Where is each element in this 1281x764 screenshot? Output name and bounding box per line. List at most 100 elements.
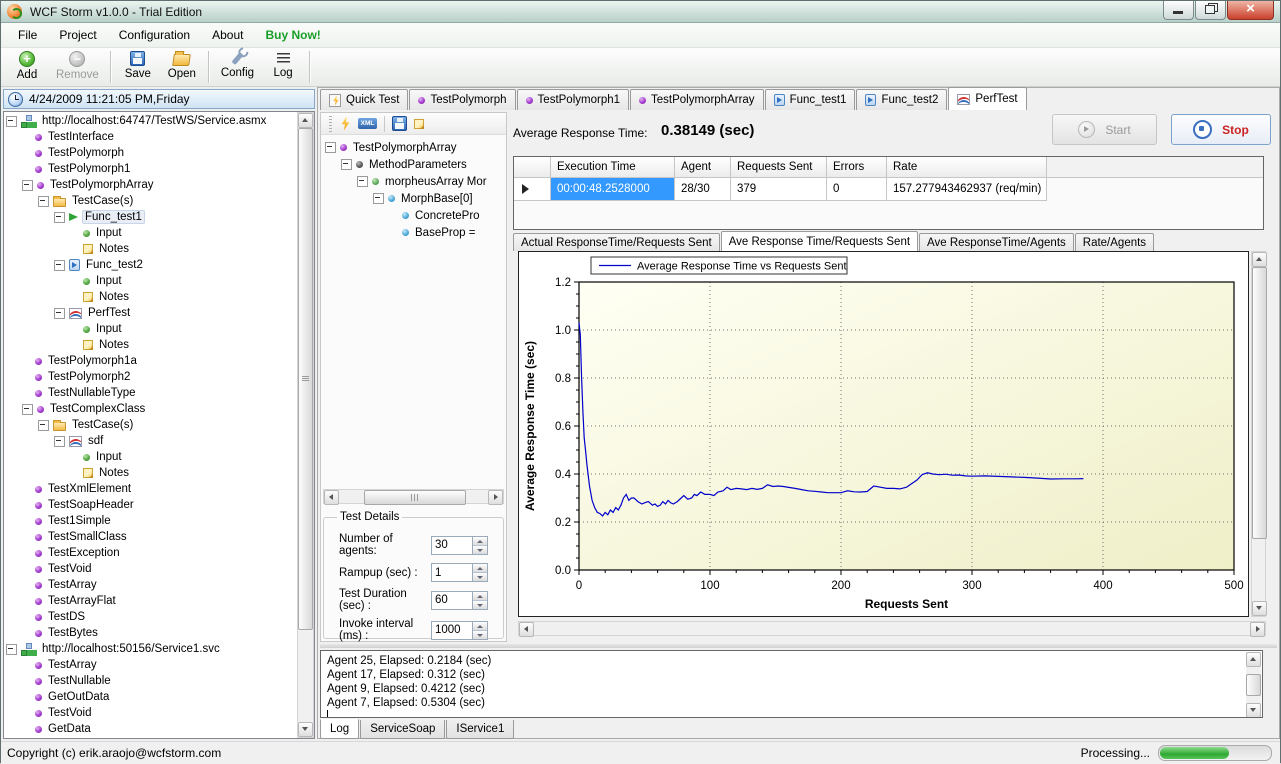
tab-perftest[interactable]: PerfTest xyxy=(948,87,1026,110)
grid-column-header[interactable]: Agent xyxy=(675,157,731,178)
tree-item[interactable]: morpheusArray Mor xyxy=(323,173,504,190)
log-tab-iservice1[interactable]: IService1 xyxy=(446,720,514,739)
stop-button[interactable]: Stop xyxy=(1171,114,1271,145)
tree-item[interactable]: BaseProp = xyxy=(323,224,504,241)
invoke-interval-ms--input[interactable] xyxy=(431,621,472,640)
scroll-left-arrow-icon[interactable] xyxy=(324,490,339,505)
spin-up-icon[interactable] xyxy=(473,564,487,573)
tree-item[interactable]: Notes xyxy=(4,289,298,305)
results-grid[interactable]: Execution TimeAgentRequests SentErrorsRa… xyxy=(513,156,1264,230)
tree-expander-icon[interactable] xyxy=(373,193,384,204)
spin-down-icon[interactable] xyxy=(473,601,487,609)
grid-cell[interactable]: 28/30 xyxy=(675,178,731,201)
tree-item[interactable]: TestPolymorph2 xyxy=(4,369,298,385)
scroll-right-arrow-icon[interactable] xyxy=(1250,622,1265,637)
tree-item[interactable]: Func_test2 xyxy=(4,257,298,273)
scroll-up-arrow-icon[interactable] xyxy=(1246,652,1261,667)
tree-item[interactable]: GetOutData xyxy=(4,689,298,705)
spin-up-icon[interactable] xyxy=(473,537,487,546)
open-button[interactable]: Open xyxy=(160,48,204,86)
scroll-thumb[interactable] xyxy=(1252,267,1267,539)
save-testcase-icon[interactable] xyxy=(392,116,407,131)
tree-expander-icon[interactable] xyxy=(22,180,33,191)
spin-down-icon[interactable] xyxy=(473,573,487,581)
scroll-down-arrow-icon[interactable] xyxy=(1246,703,1261,718)
minimize-button[interactable] xyxy=(1163,1,1194,20)
grid-cell[interactable]: 00:00:48.2528000 xyxy=(551,178,675,201)
chart-tab[interactable]: Actual ResponseTime/Requests Sent xyxy=(513,233,720,251)
tree-item[interactable]: TestVoid xyxy=(4,705,298,721)
tab-quick-test[interactable]: Quick Test xyxy=(320,89,408,110)
log-button[interactable]: Log xyxy=(261,48,305,86)
log-tab-servicesoap[interactable]: ServiceSoap xyxy=(360,720,445,739)
tree-item[interactable]: TestVoid xyxy=(4,561,298,577)
menu-item-file[interactable]: File xyxy=(7,25,48,45)
spinner-buttons[interactable] xyxy=(472,563,488,582)
tree-expander-icon[interactable] xyxy=(54,212,65,223)
tab-testpolymorph1[interactable]: TestPolymorph1 xyxy=(517,89,629,110)
tree-expander-icon[interactable] xyxy=(54,260,65,271)
scroll-down-arrow-icon[interactable] xyxy=(1252,601,1267,616)
menu-item-configuration[interactable]: Configuration xyxy=(108,25,201,45)
tree-item[interactable]: TestPolymorph1a xyxy=(4,353,298,369)
save-button[interactable]: Save xyxy=(116,48,160,86)
tree-item[interactable]: Input xyxy=(4,225,298,241)
tree-item[interactable]: PerfTest xyxy=(4,305,298,321)
add-button[interactable]: Add xyxy=(5,48,49,86)
log-scrollbar[interactable] xyxy=(1246,652,1261,718)
menu-item-project[interactable]: Project xyxy=(48,25,107,45)
tree-item[interactable]: TestInterface xyxy=(4,129,298,145)
tree-item[interactable]: Input xyxy=(4,321,298,337)
spin-up-icon[interactable] xyxy=(473,622,487,631)
tree-item[interactable]: TestSoapHeader xyxy=(4,497,298,513)
config-button[interactable]: Config xyxy=(214,48,261,86)
tree-item[interactable]: TestPolymorphArray xyxy=(323,139,504,156)
start-button[interactable]: Start xyxy=(1052,114,1157,145)
title-bar[interactable]: WCF Storm v1.0.0 - Trial Edition xyxy=(1,1,1280,23)
tree-item[interactable]: MethodParameters xyxy=(323,156,504,173)
tree-item[interactable]: TestDS xyxy=(4,609,298,625)
grid-cell[interactable]: 379 xyxy=(731,178,827,201)
tab-func-test1[interactable]: Func_test1 xyxy=(765,89,856,110)
close-button[interactable] xyxy=(1227,1,1274,20)
tab-testpolymorpharray[interactable]: TestPolymorphArray xyxy=(630,89,764,110)
tab-testpolymorph[interactable]: TestPolymorph xyxy=(409,89,515,110)
grid-cell[interactable]: 0 xyxy=(827,178,887,201)
toolbar-grip[interactable] xyxy=(329,116,332,132)
grid-column-header[interactable]: Requests Sent xyxy=(731,157,827,178)
scroll-up-arrow-icon[interactable] xyxy=(298,113,313,128)
log-output[interactable]: Agent 25, Elapsed: 0.2184 (sec)Agent 17,… xyxy=(320,650,1263,718)
tree-item[interactable]: TestCase(s) xyxy=(4,417,298,433)
grid-column-header[interactable]: Execution Time xyxy=(551,157,675,178)
tree-item[interactable]: Input xyxy=(4,273,298,289)
tree-item[interactable]: Notes xyxy=(4,241,298,257)
grid-column-header[interactable]: Rate xyxy=(887,157,1047,178)
tree-item[interactable]: Notes xyxy=(4,465,298,481)
tab-func-test2[interactable]: Func_test2 xyxy=(856,89,947,110)
tree-item[interactable]: TestArray xyxy=(4,577,298,593)
tree-expander-icon[interactable] xyxy=(38,196,49,207)
notes-icon[interactable] xyxy=(414,119,424,129)
tree-expander-icon[interactable] xyxy=(38,420,49,431)
spin-down-icon[interactable] xyxy=(473,631,487,639)
tree-expander-icon[interactable] xyxy=(6,644,17,655)
menu-item-buy-now-[interactable]: Buy Now! xyxy=(254,25,331,45)
tree-item[interactable]: MorphBase[0] xyxy=(323,190,504,207)
tree-item[interactable]: TestSmallClass xyxy=(4,529,298,545)
scroll-thumb[interactable] xyxy=(298,128,313,630)
test-duration-sec--input[interactable] xyxy=(431,591,472,610)
scroll-thumb[interactable] xyxy=(364,490,466,505)
spinner-buttons[interactable] xyxy=(472,621,488,640)
tree-item[interactable]: http://localhost:64747/TestWS/Service.as… xyxy=(4,113,298,129)
scroll-right-arrow-icon[interactable] xyxy=(488,490,503,505)
tree-expander-icon[interactable] xyxy=(6,116,17,127)
maximize-button[interactable] xyxy=(1195,1,1226,20)
spin-up-icon[interactable] xyxy=(473,592,487,601)
tree-item[interactable]: Input xyxy=(4,449,298,465)
chart-vscrollbar[interactable] xyxy=(1251,251,1266,617)
tree-item[interactable]: sdf xyxy=(4,433,298,449)
tree-expander-icon[interactable] xyxy=(22,404,33,415)
tree-item[interactable]: TestCase(s) xyxy=(4,193,298,209)
tree-item[interactable]: TestPolymorphArray xyxy=(4,177,298,193)
grid-column-header[interactable]: Errors xyxy=(827,157,887,178)
